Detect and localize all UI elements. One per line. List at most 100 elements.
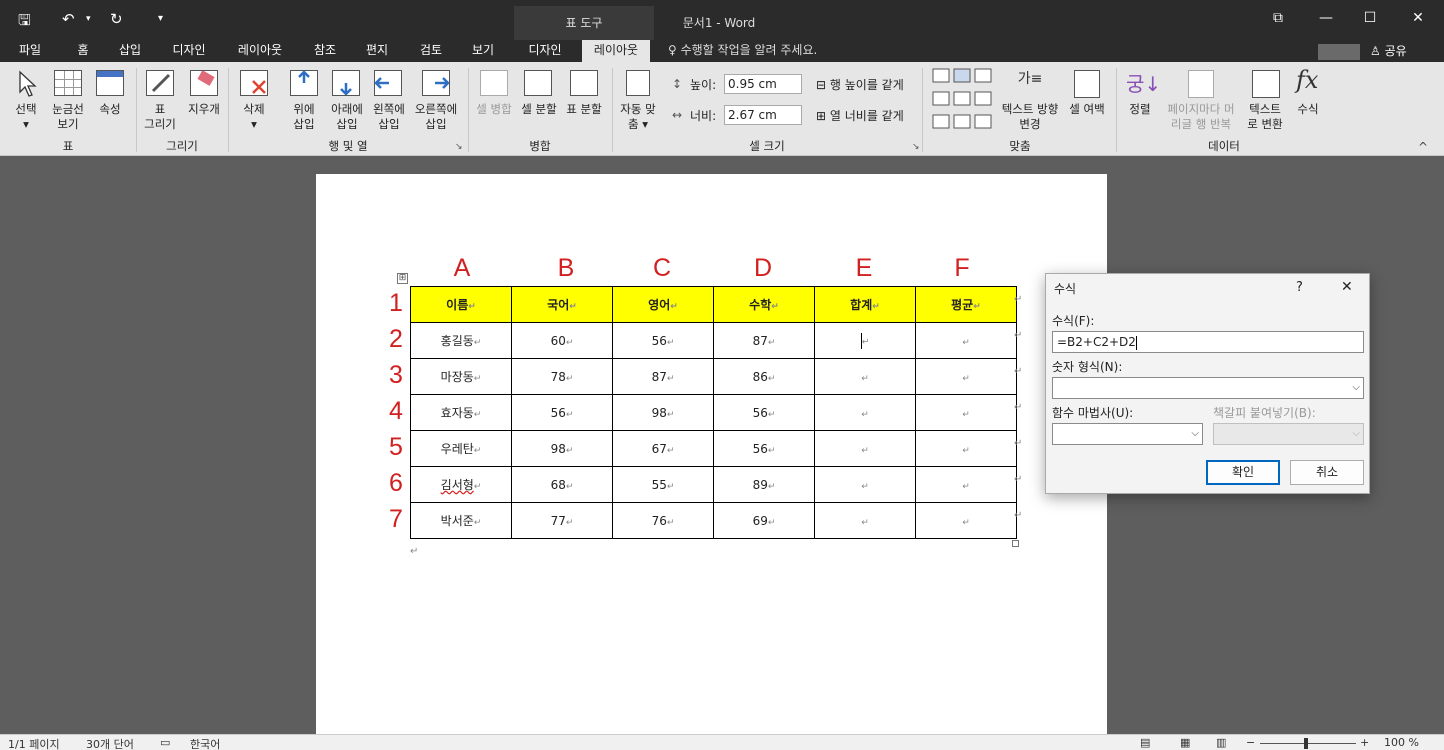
draw-table-button[interactable]: 표 그리기: [138, 102, 182, 132]
split-table-button[interactable]: 표 분할: [562, 102, 606, 117]
table-cell[interactable]: 67↵: [612, 430, 714, 467]
table-cell[interactable]: ↵: [915, 502, 1017, 539]
view-gridlines-button[interactable]: 눈금선 보기: [44, 102, 92, 132]
tab-table-design[interactable]: 디자인: [518, 40, 572, 62]
table-cell[interactable]: 56↵: [612, 322, 714, 359]
insert-right-button[interactable]: 오른쪽에 삽입: [410, 102, 462, 132]
distribute-columns-button[interactable]: ⊞ 열 너비를 같게: [816, 107, 904, 124]
distribute-rows-button[interactable]: ⊟ 행 높이를 같게: [816, 76, 904, 93]
table-cell[interactable]: ↵: [915, 430, 1017, 467]
read-mode-icon[interactable]: ▤: [1140, 736, 1150, 749]
insert-below-button[interactable]: 아래에 삽입: [326, 102, 368, 132]
formula-button[interactable]: 수식: [1290, 102, 1326, 117]
table-cell[interactable]: 98↵: [511, 430, 613, 467]
tab-home[interactable]: 홈: [66, 40, 100, 62]
table-cell[interactable]: 56↵: [713, 430, 815, 467]
customize-qat-icon[interactable]: ▾: [158, 13, 163, 24]
tab-file[interactable]: 파일: [8, 40, 52, 62]
redo-icon[interactable]: ↻: [110, 10, 123, 28]
table-cell[interactable]: 77↵: [511, 502, 613, 539]
table-cell[interactable]: 56↵: [713, 394, 815, 431]
table-cell[interactable]: 60↵: [511, 322, 613, 359]
language[interactable]: 한국어: [190, 736, 220, 750]
table-cell[interactable]: 76↵: [612, 502, 714, 539]
ok-button[interactable]: 확인: [1206, 460, 1280, 485]
number-format-select[interactable]: ⌵: [1052, 377, 1364, 399]
table-cell[interactable]: 김서형↵: [410, 466, 512, 503]
select-button[interactable]: 선택 ▾: [6, 102, 46, 132]
cancel-button[interactable]: 취소: [1290, 460, 1364, 485]
table-cell-active[interactable]: ↵: [814, 322, 916, 359]
dialog-launcher-icon[interactable]: ↘: [455, 142, 463, 152]
table-cell[interactable]: 55↵: [612, 466, 714, 503]
collapse-ribbon-icon[interactable]: ^: [1418, 140, 1428, 154]
row-height-spinner[interactable]: 0.95 cm: [724, 74, 802, 94]
autofit-button[interactable]: 자동 맞춤 ▾: [614, 102, 662, 132]
zoom-slider-handle[interactable]: [1304, 738, 1308, 749]
tab-table-layout[interactable]: 레이아웃: [582, 40, 650, 62]
table-cell[interactable]: 86↵: [713, 358, 815, 395]
text-direction-button[interactable]: 텍스트 방향 변경: [998, 102, 1062, 132]
word-count[interactable]: 30개 단어: [86, 736, 134, 750]
properties-button[interactable]: 속성: [90, 102, 130, 117]
table-header-cell[interactable]: 수학↵: [713, 286, 815, 323]
close-window-icon[interactable]: ✕: [1404, 10, 1432, 26]
table-cell[interactable]: 78↵: [511, 358, 613, 395]
table-cell[interactable]: 마장동↵: [410, 358, 512, 395]
table-header-cell[interactable]: 국어↵: [511, 286, 613, 323]
web-layout-icon[interactable]: ▥: [1216, 736, 1226, 749]
tab-design[interactable]: 디자인: [164, 40, 214, 62]
table-cell[interactable]: ↵: [915, 322, 1017, 359]
help-icon[interactable]: ?: [1296, 280, 1303, 295]
tell-me-box[interactable]: ♀ 수행할 작업을 알려 주세요.: [668, 40, 817, 62]
table-cell[interactable]: 87↵: [713, 322, 815, 359]
convert-to-text-button[interactable]: 텍스트 로 변환: [1242, 102, 1288, 132]
save-icon[interactable]: 🖫: [18, 10, 31, 35]
table-header-cell[interactable]: 평균↵: [915, 286, 1017, 323]
account-avatar[interactable]: [1318, 44, 1360, 60]
table-cell[interactable]: 89↵: [713, 466, 815, 503]
table-cell[interactable]: ↵: [814, 358, 916, 395]
table-cell[interactable]: ↵: [915, 358, 1017, 395]
zoom-level[interactable]: 100 %: [1384, 736, 1419, 749]
share-button[interactable]: ♙ 공유: [1370, 42, 1440, 60]
paste-function-select[interactable]: ⌵: [1052, 423, 1203, 445]
print-layout-icon[interactable]: ▦: [1180, 736, 1190, 749]
table-cell[interactable]: 68↵: [511, 466, 613, 503]
table-cell[interactable]: ↵: [915, 394, 1017, 431]
eraser-button[interactable]: 지우개: [184, 102, 224, 117]
cell-margins-button[interactable]: 셀 여백: [1064, 102, 1110, 117]
table-cell[interactable]: 87↵: [612, 358, 714, 395]
table-cell[interactable]: ↵: [814, 394, 916, 431]
table-cell[interactable]: 박서준↵: [410, 502, 512, 539]
zoom-slider[interactable]: [1260, 743, 1356, 744]
zoom-in-icon[interactable]: +: [1360, 736, 1369, 749]
table-cell[interactable]: ↵: [814, 466, 916, 503]
paste-bookmark-select[interactable]: ⌵: [1213, 423, 1364, 445]
table-cell[interactable]: 69↵: [713, 502, 815, 539]
undo-dropdown-icon[interactable]: ▾: [86, 14, 91, 24]
table-header-cell[interactable]: 합계↵: [814, 286, 916, 323]
minimize-icon[interactable]: —: [1312, 10, 1340, 26]
ribbon-display-icon[interactable]: ⧉: [1264, 10, 1292, 26]
table-cell[interactable]: ↵: [915, 466, 1017, 503]
sort-button[interactable]: 정렬: [1120, 102, 1160, 117]
delete-button[interactable]: 삭제 ▾: [232, 102, 276, 132]
insert-above-button[interactable]: 위에 삽입: [284, 102, 324, 132]
merge-cells-button[interactable]: 셀 병합: [472, 102, 516, 117]
tab-layout[interactable]: 레이아웃: [228, 40, 292, 62]
repeat-header-rows-button[interactable]: 페이지마다 머 리글 행 반복: [1160, 102, 1242, 132]
tab-references[interactable]: 참조: [304, 40, 346, 62]
table-cell[interactable]: 98↵: [612, 394, 714, 431]
table-cell[interactable]: 효자동↵: [410, 394, 512, 431]
tab-view[interactable]: 보기: [462, 40, 504, 62]
table-cell[interactable]: 우레탄↵: [410, 430, 512, 467]
dialog-launcher-icon[interactable]: ↘: [912, 142, 920, 152]
formula-input[interactable]: =B2+C2+D2: [1052, 331, 1364, 353]
undo-icon[interactable]: ↶: [62, 10, 75, 28]
split-cells-button[interactable]: 셀 분할: [518, 102, 560, 117]
table-move-handle-icon[interactable]: ⊞: [397, 273, 408, 284]
table-header-cell[interactable]: 영어↵: [612, 286, 714, 323]
column-width-spinner[interactable]: 2.67 cm: [724, 105, 802, 125]
tab-review[interactable]: 검토: [410, 40, 452, 62]
